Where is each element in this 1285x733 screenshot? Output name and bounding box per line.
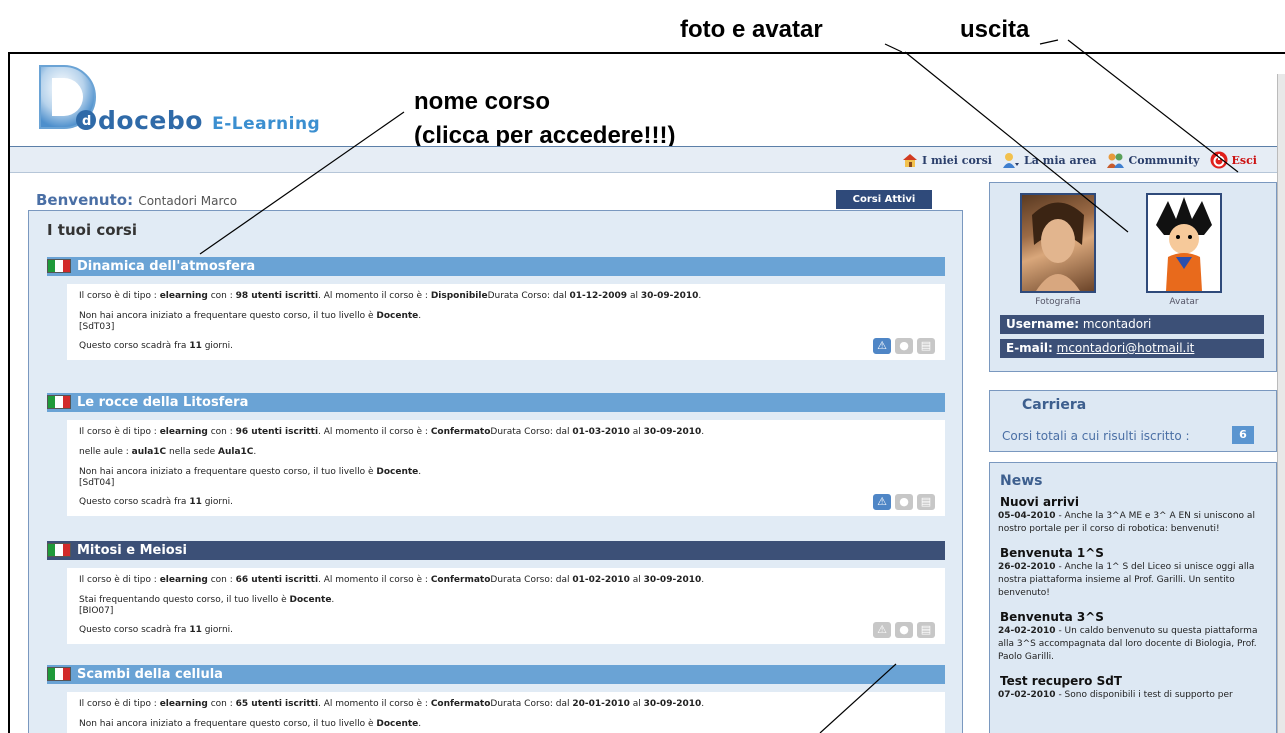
- nav-my-courses[interactable]: I miei corsi: [902, 152, 992, 168]
- username-value: mcontadori: [1082, 317, 1152, 331]
- course-title-bar[interactable]: Le rocce della Litosfera: [47, 393, 945, 412]
- course-title[interactable]: Scambi della cellula: [77, 665, 223, 684]
- course-expiry: Questo corso scadrà fra 11 giorni.: [79, 625, 234, 635]
- avatar-caption: Avatar: [1169, 297, 1199, 307]
- comment-icon[interactable]: ●: [895, 622, 913, 638]
- document-icon[interactable]: ▤: [917, 494, 935, 510]
- courses-title: I tuoi corsi: [47, 221, 137, 239]
- annotation-logout: uscita: [960, 16, 1030, 44]
- course-code: [SdT04]: [79, 478, 115, 488]
- courses-panel: I tuoi corsi Dinamica dell'atmosfera Il …: [28, 210, 963, 733]
- profile-panel: Fotografia Avatar Username: mcontadori E…: [989, 182, 1277, 372]
- course-item: Dinamica dell'atmosfera Il corso è di ti…: [47, 257, 945, 360]
- career-title: Carriera: [1022, 397, 1087, 413]
- italian-flag-icon: [47, 543, 71, 557]
- annotation-line-logout-short: [1039, 39, 1059, 45]
- annotation-photo-avatar: foto e avatar: [680, 16, 823, 44]
- news-item[interactable]: Nuovi arrivi 05-04-2010 - Anche la 3^A M…: [998, 495, 1270, 536]
- course-item: Scambi della cellula Il corso è di tipo …: [47, 665, 945, 733]
- italian-flag-icon: [47, 395, 71, 409]
- course-details: Il corso è di tipo : elearning con : 98 …: [67, 284, 945, 360]
- email-row: E-mail: mcontadori@hotmail.it: [1000, 339, 1264, 358]
- svg-text:d: d: [82, 114, 91, 129]
- top-navbar: I miei corsi La mia area Community Esci: [10, 146, 1277, 173]
- power-icon: [1210, 151, 1228, 169]
- course-title-bar[interactable]: Mitosi e Meiosi: [47, 541, 945, 560]
- news-panel: News Nuovi arrivi 05-04-2010 - Anche la …: [989, 462, 1277, 733]
- browser-page: d docebo E-Learning I miei corsi La mia …: [8, 52, 1285, 733]
- warning-icon[interactable]: ⚠: [873, 338, 891, 354]
- welcome-text: Benvenuto: Contadori Marco: [36, 191, 238, 209]
- person-photo-icon: [1032, 202, 1084, 291]
- home-icon: [902, 154, 917, 167]
- course-details: Il corso è di tipo : elearning con : 96 …: [67, 420, 945, 516]
- course-details: Il corso è di tipo : elearning con : 65 …: [67, 692, 945, 733]
- course-code: [BIO07]: [79, 606, 114, 616]
- avatar-cartoon-icon: [1156, 197, 1212, 291]
- warning-icon[interactable]: ⚠: [873, 494, 891, 510]
- user-icon: [1002, 153, 1019, 168]
- docebo-logo-icon: d: [39, 65, 96, 130]
- career-label: Corsi totali a cui risulti iscritto :: [1002, 429, 1190, 443]
- course-expiry: Questo corso scadrà fra 11 giorni.: [79, 341, 234, 351]
- news-item[interactable]: Test recupero SdT 07-02-2010 - Sono disp…: [998, 674, 1270, 702]
- comment-icon[interactable]: ●: [895, 338, 913, 354]
- career-count-badge: 6: [1232, 426, 1254, 444]
- news-item[interactable]: Benvenuta 3^S 24-02-2010 - Un caldo benv…: [998, 610, 1270, 664]
- course-title-bar[interactable]: Scambi della cellula: [47, 665, 945, 684]
- italian-flag-icon: [47, 667, 71, 681]
- comment-icon[interactable]: ●: [895, 494, 913, 510]
- news-item[interactable]: Benvenuta 1^S 26-02-2010 - Anche la 1^ S…: [998, 546, 1270, 600]
- course-expiry: Questo corso scadrà fra 11 giorni.: [79, 497, 234, 507]
- annotation-line-photo-short: [884, 43, 903, 53]
- nav-community[interactable]: Community: [1106, 152, 1200, 168]
- profile-photo[interactable]: [1020, 193, 1096, 293]
- course-item: Le rocce della Litosfera Il corso è di t…: [47, 393, 945, 516]
- course-title[interactable]: Mitosi e Meiosi: [77, 541, 187, 560]
- news-title: News: [1000, 473, 1043, 489]
- community-icon: [1106, 153, 1124, 168]
- tab-active-courses[interactable]: Corsi Attivi: [836, 190, 932, 209]
- career-panel: Carriera Corsi totali a cui risulti iscr…: [989, 390, 1277, 452]
- course-code: [SdT03]: [79, 322, 115, 332]
- document-icon[interactable]: ▤: [917, 622, 935, 638]
- course-title[interactable]: Dinamica dell'atmosfera: [77, 257, 255, 276]
- nav-logout[interactable]: Esci: [1210, 151, 1257, 169]
- document-icon[interactable]: ▤: [917, 338, 935, 354]
- course-title[interactable]: Le rocce della Litosfera: [77, 393, 248, 412]
- course-item: Mitosi e Meiosi Il corso è di tipo : ele…: [47, 541, 945, 644]
- profile-avatar[interactable]: [1146, 193, 1222, 293]
- italian-flag-icon: [47, 259, 71, 273]
- vertical-scrollbar[interactable]: [1277, 74, 1285, 733]
- photo-caption: Fotografia: [1035, 297, 1081, 307]
- course-details: Il corso è di tipo : elearning con : 66 …: [67, 568, 945, 644]
- email-link[interactable]: mcontadori@hotmail.it: [1057, 341, 1195, 355]
- warning-icon[interactable]: ⚠: [873, 622, 891, 638]
- nav-my-area[interactable]: La mia area: [1002, 152, 1097, 168]
- user-fullname: Contadori Marco: [138, 194, 238, 208]
- course-title-bar[interactable]: Dinamica dell'atmosfera: [47, 257, 945, 276]
- brand-name: docebo E-Learning: [98, 106, 321, 135]
- username-row: Username: mcontadori: [1000, 315, 1264, 334]
